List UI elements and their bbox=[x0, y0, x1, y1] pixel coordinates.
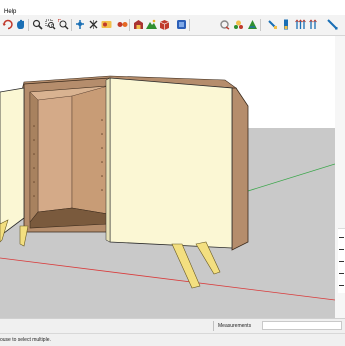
walk-icon[interactable] bbox=[87, 18, 99, 30]
cabinet-back-panel bbox=[37, 95, 73, 213]
cabinet-side-panel bbox=[231, 87, 249, 251]
measurements-divider bbox=[213, 321, 214, 331]
warehouse-icon[interactable] bbox=[158, 18, 170, 30]
cabinet-inner-right-wall bbox=[71, 85, 109, 215]
status-hint-text: ouse to select multiple. bbox=[0, 337, 51, 343]
right-door[interactable] bbox=[109, 77, 233, 249]
distribute-icon[interactable] bbox=[294, 18, 306, 30]
model-viewport[interactable] bbox=[0, 36, 335, 318]
shadow-icon[interactable] bbox=[218, 18, 230, 30]
select-icon[interactable] bbox=[246, 18, 258, 30]
position-camera-icon[interactable] bbox=[100, 18, 112, 30]
section-plane-icon[interactable] bbox=[116, 18, 128, 30]
left-door[interactable] bbox=[0, 87, 25, 237]
cabinet-inner-left-wall bbox=[29, 91, 39, 223]
align-icon[interactable] bbox=[266, 18, 278, 30]
measurements-label: Measurements bbox=[218, 323, 252, 329]
right-door-edge bbox=[105, 77, 111, 243]
zoom-extents-icon[interactable] bbox=[57, 18, 69, 30]
toolbar bbox=[0, 15, 345, 36]
dimension-icon[interactable] bbox=[308, 18, 320, 30]
terrain-icon[interactable] bbox=[145, 18, 157, 30]
flip-icon[interactable] bbox=[280, 18, 292, 30]
add-location-icon[interactable] bbox=[132, 18, 144, 30]
status-bar: ouse to select multiple. bbox=[0, 333, 345, 346]
pan-icon[interactable] bbox=[14, 18, 26, 30]
measurements-bar: Measurements bbox=[0, 318, 345, 333]
components-icon[interactable] bbox=[232, 18, 244, 30]
cabinet-scene[interactable] bbox=[0, 36, 335, 318]
side-panel-tray[interactable] bbox=[338, 228, 345, 293]
measurements-input[interactable] bbox=[262, 321, 342, 330]
zoom-window-icon[interactable] bbox=[44, 18, 56, 30]
orbit-icon[interactable] bbox=[1, 18, 13, 30]
style-icon[interactable] bbox=[175, 18, 187, 30]
menu-bar: Help bbox=[0, 0, 345, 15]
zoom-icon[interactable] bbox=[31, 18, 43, 30]
previous-view-icon[interactable] bbox=[74, 18, 86, 30]
measure-icon[interactable] bbox=[326, 18, 338, 30]
